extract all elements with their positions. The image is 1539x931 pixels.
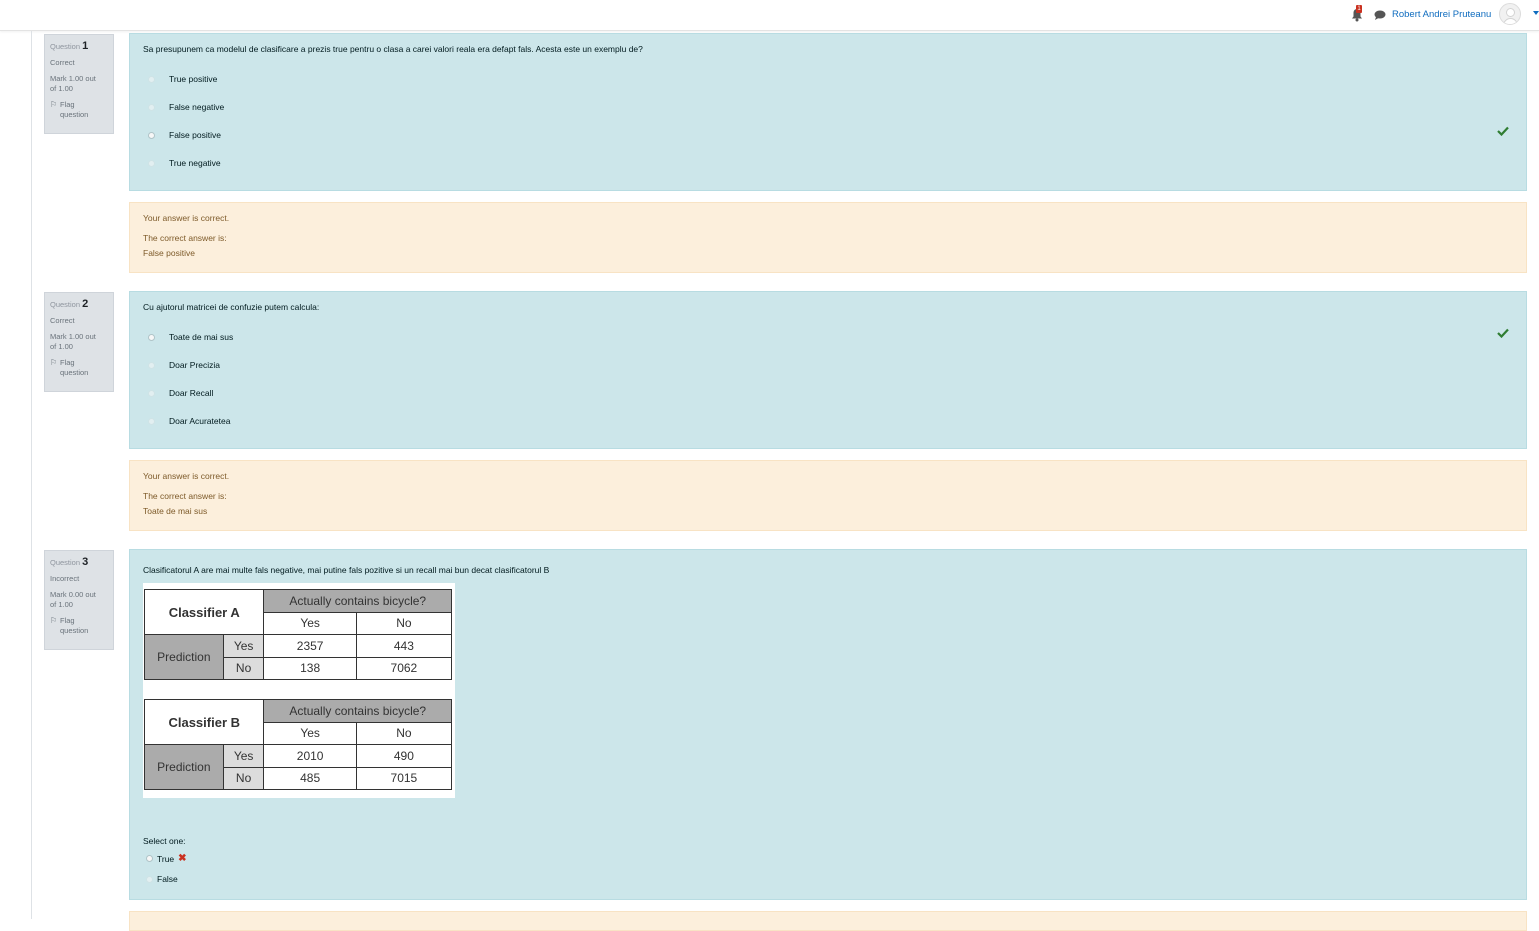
answer-option[interactable]: True negative xyxy=(143,156,221,170)
cell-value: 443 xyxy=(355,634,453,658)
actual-header: Actually contains bicycle? xyxy=(263,699,452,723)
notification-count-badge: 1 xyxy=(1356,5,1362,13)
answer-option[interactable]: False positive xyxy=(143,128,221,142)
question-grade: Mark 0.00 out of 1.00 xyxy=(50,590,96,609)
question-state: Incorrect xyxy=(50,574,80,583)
col-no: No xyxy=(355,611,453,635)
question-state: Correct xyxy=(50,316,75,325)
question-3-feedback xyxy=(129,911,1527,931)
question-3-formulation: Clasificatorul A are mai multe fals nega… xyxy=(129,549,1527,900)
correct-answer-label: The correct answer is: xyxy=(143,233,227,243)
feedback-verdict: Your answer is correct. xyxy=(143,471,230,481)
top-navbar: 1 Robert Andrei Pruteanu xyxy=(0,0,1539,31)
user-name-link[interactable]: Robert Andrei Pruteanu xyxy=(1392,9,1491,20)
question-1-formulation: Sa presupunem ca modelul de clasificare … xyxy=(129,33,1527,191)
radio-button-selected[interactable] xyxy=(148,333,155,341)
incorrect-x-icon: ✖ xyxy=(178,853,187,864)
row-group-label: Prediction xyxy=(144,634,224,680)
question-label: Question xyxy=(50,42,81,51)
flag-question-link[interactable]: ⚐ Flag question xyxy=(50,616,108,636)
question-grade: Mark 1.00 out of 1.00 xyxy=(50,332,96,351)
row-yes: Yes xyxy=(222,744,265,768)
radio-button[interactable] xyxy=(148,417,155,425)
radio-button[interactable] xyxy=(148,361,155,369)
radio-button-selected[interactable] xyxy=(146,855,153,862)
radio-button[interactable] xyxy=(146,875,153,883)
select-one-prompt: Select one: xyxy=(143,836,186,846)
cell-value: 7062 xyxy=(355,656,453,680)
radio-button[interactable] xyxy=(148,159,155,167)
correct-answer-value: False positive xyxy=(143,248,195,258)
answer-option[interactable]: False negative xyxy=(143,100,224,114)
question-state: Correct xyxy=(50,58,75,67)
answer-option[interactable]: True positive xyxy=(143,72,217,86)
question-1-info: Question 1 Correct Mark 1.00 out of 1.00 … xyxy=(44,34,114,134)
flag-icon: ⚐ xyxy=(50,616,58,625)
flag-icon: ⚐ xyxy=(50,358,58,367)
flag-question-link[interactable]: ⚐ Flag question xyxy=(50,100,108,120)
radio-button[interactable] xyxy=(148,103,155,111)
question-text: Sa presupunem ca modelul de clasificare … xyxy=(143,44,643,54)
question-number: 1 xyxy=(82,40,89,52)
question-number: 2 xyxy=(82,298,89,310)
cell-value: 7015 xyxy=(355,766,453,790)
row-no: No xyxy=(222,656,265,680)
radio-button[interactable] xyxy=(148,389,155,397)
cell-value: 485 xyxy=(263,766,357,790)
question-1-feedback: Your answer is correct. The correct answ… xyxy=(129,202,1527,273)
row-no: No xyxy=(222,766,265,790)
classifier-name: Classifier B xyxy=(143,699,265,745)
correct-check-icon xyxy=(1497,126,1509,136)
question-text: Clasificatorul A are mai multe fals nega… xyxy=(143,565,550,575)
question-label: Question xyxy=(50,300,81,309)
question-2-formulation: Cu ajutorul matricei de confuzie putem c… xyxy=(129,291,1527,449)
radio-button-selected[interactable] xyxy=(148,131,155,139)
col-yes: Yes xyxy=(263,721,357,745)
classifier-name: Classifier A xyxy=(143,589,265,635)
messages-chat-icon[interactable] xyxy=(1374,9,1386,21)
content-left-border xyxy=(31,31,32,919)
answer-option[interactable]: Toate de mai sus xyxy=(143,330,233,344)
question-2-info: Question 2 Correct Mark 1.00 out of 1.00 … xyxy=(44,292,114,392)
flag-question-link[interactable]: ⚐ Flag question xyxy=(50,358,108,378)
question-2-feedback: Your answer is correct. The correct answ… xyxy=(129,460,1527,531)
feedback-verdict: Your answer is correct. xyxy=(143,213,230,223)
user-menu-chevron-down-icon[interactable] xyxy=(1533,11,1539,15)
question-label: Question xyxy=(50,558,81,567)
cell-value: 2010 xyxy=(263,744,357,768)
col-no: No xyxy=(355,721,453,745)
row-yes: Yes xyxy=(222,634,265,658)
question-grade: Mark 1.00 out of 1.00 xyxy=(50,74,96,93)
correct-answer-label: The correct answer is: xyxy=(143,491,227,501)
row-group-label: Prediction xyxy=(144,744,224,790)
correct-answer-value: Toate de mai sus xyxy=(143,506,208,516)
col-yes: Yes xyxy=(263,611,357,635)
actual-header: Actually contains bicycle? xyxy=(263,589,452,613)
cell-value: 2357 xyxy=(263,634,357,658)
answer-option[interactable]: Doar Precizia xyxy=(143,358,220,372)
confusion-matrices-image: Classifier A Actually contains bicycle? … xyxy=(143,583,455,798)
answer-option-false[interactable]: False xyxy=(143,874,178,884)
radio-button[interactable] xyxy=(148,75,155,83)
confusion-matrix-a: Classifier A Actually contains bicycle? … xyxy=(143,589,453,680)
correct-check-icon xyxy=(1497,328,1509,338)
confusion-matrix-b: Classifier B Actually contains bicycle? … xyxy=(143,699,453,790)
answer-option-true[interactable]: True ✖ xyxy=(143,853,187,864)
cell-value: 138 xyxy=(263,656,357,680)
flag-icon: ⚐ xyxy=(50,100,58,109)
answer-option[interactable]: Doar Acuratetea xyxy=(143,414,230,428)
user-avatar[interactable] xyxy=(1499,3,1521,25)
answer-option[interactable]: Doar Recall xyxy=(143,386,213,400)
cell-value: 490 xyxy=(355,744,453,768)
question-text: Cu ajutorul matricei de confuzie putem c… xyxy=(143,302,320,312)
question-3-info: Question 3 Incorrect Mark 0.00 out of 1.0… xyxy=(44,550,114,650)
question-number: 3 xyxy=(82,556,89,568)
